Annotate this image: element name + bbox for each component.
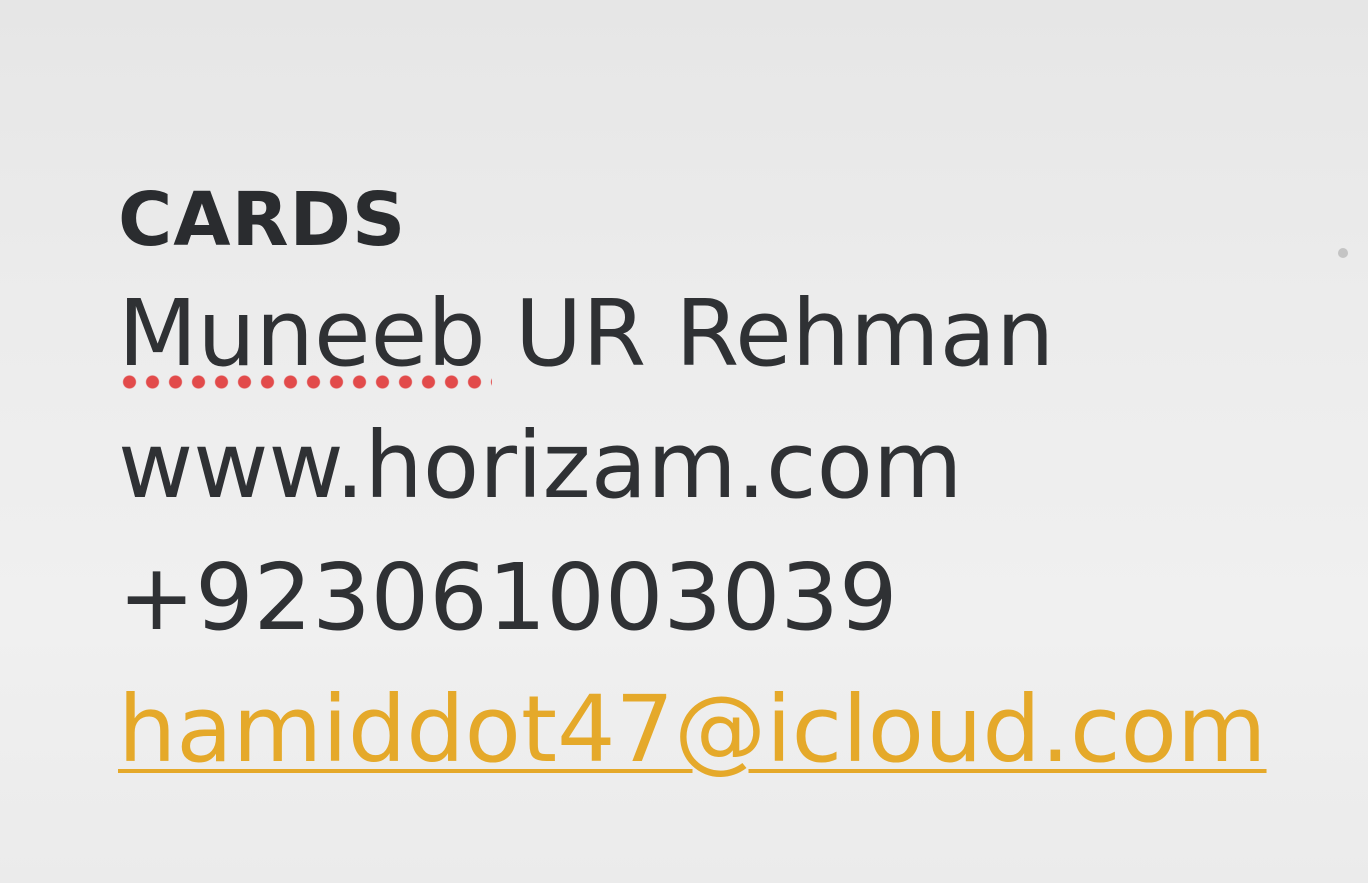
contact-email-row: hamiddot47@icloud.com xyxy=(118,664,1348,796)
contact-name-rest: UR Rehman xyxy=(485,280,1055,387)
contact-name-first-misspelled[interactable]: Muneeb xyxy=(118,268,492,400)
contact-name[interactable]: Muneeb UR Rehman xyxy=(118,268,1348,400)
contact-card: CARDS Muneeb UR Rehman www.horizam.com +… xyxy=(118,172,1348,796)
contact-website[interactable]: www.horizam.com xyxy=(118,400,1348,532)
screen-background: CARDS Muneeb UR Rehman www.horizam.com +… xyxy=(0,0,1368,883)
contact-email-link[interactable]: hamiddot47@icloud.com xyxy=(118,676,1267,783)
contact-phone[interactable]: +923061003039 xyxy=(118,532,1348,664)
section-title: CARDS xyxy=(118,177,407,263)
